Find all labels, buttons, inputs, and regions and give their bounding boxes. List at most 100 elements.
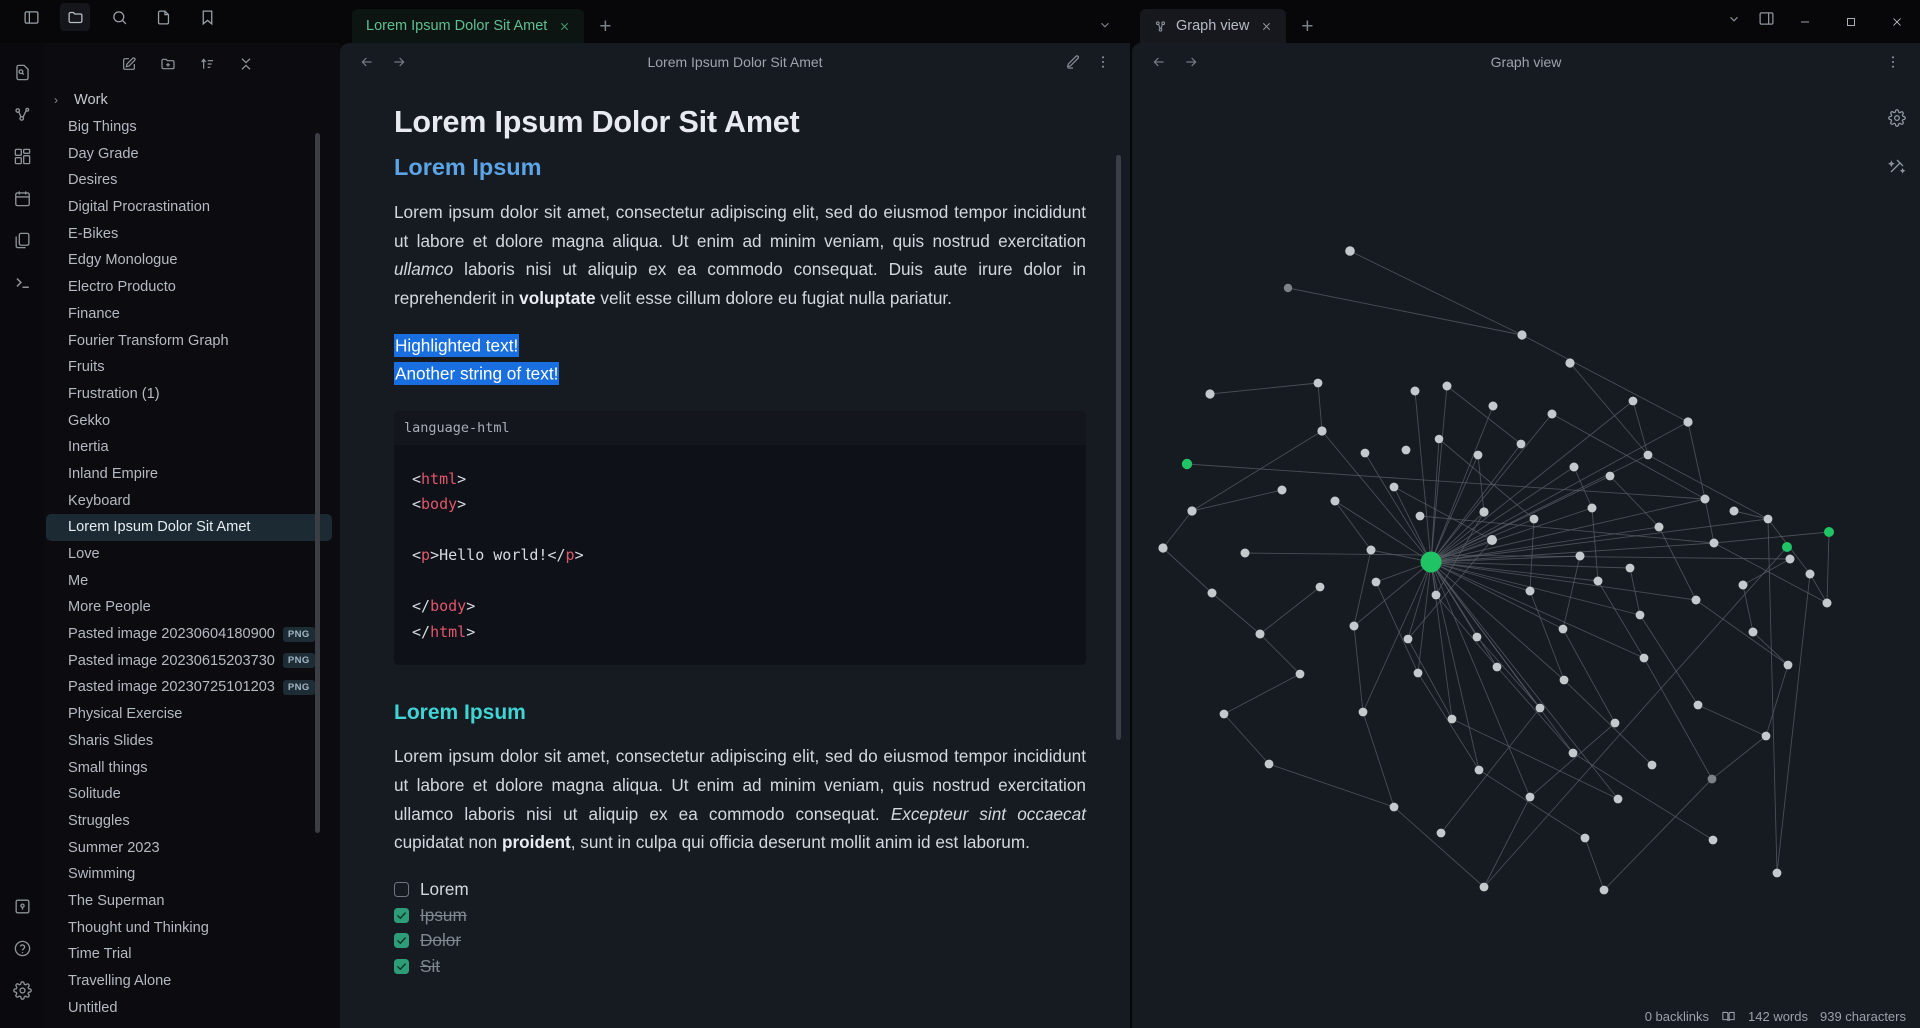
minimize-button[interactable] xyxy=(1782,0,1828,43)
graph-node[interactable] xyxy=(1710,539,1719,548)
graph-node[interactable] xyxy=(1600,886,1609,895)
graph-node[interactable] xyxy=(1372,578,1381,587)
graph-node[interactable] xyxy=(1606,472,1615,481)
graph-node[interactable] xyxy=(1565,358,1574,367)
file-list-item[interactable]: ›Work xyxy=(46,87,332,114)
tab-lorem-ipsum-dolor-sit-amet[interactable]: Lorem Ipsum Dolor Sit Amet xyxy=(352,9,584,43)
graph-node[interactable] xyxy=(1626,564,1635,573)
checkbox-checked-icon[interactable] xyxy=(394,908,409,923)
close-button[interactable] xyxy=(1874,0,1920,43)
graph-node[interactable] xyxy=(1655,523,1664,532)
graph-node[interactable] xyxy=(1773,869,1782,878)
graph-canvas[interactable] xyxy=(1132,81,1920,1006)
file-list-item[interactable]: Pasted image 20230615203730PNG xyxy=(46,647,332,674)
graph-node[interactable] xyxy=(1493,663,1502,672)
graph-node[interactable] xyxy=(1345,246,1355,256)
graph-node[interactable] xyxy=(1284,284,1292,292)
file-list-item[interactable]: Swimming xyxy=(46,861,332,888)
file-list-item[interactable]: Digital Procrastination xyxy=(46,194,332,221)
graph-node[interactable] xyxy=(1265,760,1274,769)
collapse-all-button[interactable] xyxy=(234,52,258,76)
book-icon[interactable] xyxy=(1721,1009,1736,1024)
graph-node[interactable] xyxy=(1414,669,1423,678)
bookmark-icon[interactable] xyxy=(192,3,222,31)
file-list-item[interactable]: Struggles xyxy=(46,808,332,835)
graph-node[interactable] xyxy=(1701,495,1710,504)
graph-svg[interactable] xyxy=(1132,81,1920,1006)
graph-node[interactable] xyxy=(1629,397,1638,406)
quick-switcher-icon[interactable] xyxy=(6,56,38,88)
task-list-item[interactable]: Sit xyxy=(394,954,1086,980)
graph-node[interactable] xyxy=(1432,591,1441,600)
graph-node[interactable] xyxy=(1648,761,1657,770)
more-options-icon[interactable] xyxy=(1090,49,1116,75)
backlinks-status[interactable]: 0 backlinks xyxy=(1645,1009,1709,1024)
graph-node[interactable] xyxy=(1474,451,1483,460)
graph-node[interactable] xyxy=(1786,555,1795,564)
new-tab-button-left[interactable]: + xyxy=(590,11,620,43)
file-list-item[interactable]: Gekko xyxy=(46,407,332,434)
edit-pencil-icon[interactable] xyxy=(1060,49,1086,75)
file-list-item[interactable]: Time Trial xyxy=(46,941,332,968)
editor-content[interactable]: Lorem Ipsum Dolor Sit Amet Lorem Ipsum L… xyxy=(340,81,1130,1028)
graph-node[interactable] xyxy=(1205,389,1214,398)
file-list-item[interactable]: Finance xyxy=(46,301,332,328)
graph-node[interactable] xyxy=(1526,587,1535,596)
editor-scrollbar[interactable] xyxy=(1116,155,1121,740)
graph-node[interactable] xyxy=(1570,463,1579,472)
maximize-button[interactable] xyxy=(1828,0,1874,43)
graph-node[interactable] xyxy=(1581,834,1590,843)
graph-node[interactable] xyxy=(1480,883,1489,892)
file-list-item[interactable]: Physical Exercise xyxy=(46,701,332,728)
graph-node[interactable] xyxy=(1361,449,1370,458)
copy-files-icon[interactable] xyxy=(6,224,38,256)
graph-node[interactable] xyxy=(1390,803,1399,812)
file-list-item[interactable]: Edgy Monologue xyxy=(46,247,332,274)
file-list-item[interactable]: Me xyxy=(46,567,332,594)
graph-node[interactable] xyxy=(1683,417,1692,426)
file-list-item[interactable]: Inland Empire xyxy=(46,461,332,488)
graph-node[interactable] xyxy=(1611,719,1620,728)
file-list-item[interactable]: Inertia xyxy=(46,434,332,461)
graph-node[interactable] xyxy=(1526,793,1535,802)
terminal-icon[interactable] xyxy=(6,266,38,298)
graph-node[interactable] xyxy=(1640,654,1649,663)
graph-node[interactable] xyxy=(1411,387,1420,396)
graph-node[interactable] xyxy=(1475,766,1484,775)
file-list-item[interactable]: Day Grade xyxy=(46,140,332,167)
graph-node[interactable] xyxy=(1256,630,1265,639)
file-list-item[interactable]: Keyboard xyxy=(46,487,332,514)
graph-node[interactable] xyxy=(1473,633,1482,642)
checkbox-checked-icon[interactable] xyxy=(394,933,409,948)
file-list-item[interactable]: Small things xyxy=(46,754,332,781)
chevron-right-icon[interactable]: › xyxy=(54,93,68,107)
graph-node[interactable] xyxy=(1576,552,1585,561)
graph-node-active[interactable] xyxy=(1182,459,1192,469)
graph-node[interactable] xyxy=(1443,382,1452,391)
right-tab-chevron-icon[interactable] xyxy=(1718,3,1750,35)
graph-node[interactable] xyxy=(1530,515,1539,524)
daily-note-icon[interactable] xyxy=(6,182,38,214)
graph-node[interactable] xyxy=(1517,330,1526,339)
graph-node[interactable] xyxy=(1241,549,1250,558)
graph-node[interactable] xyxy=(1390,483,1399,492)
file-list-item[interactable]: Thought und Thinking xyxy=(46,914,332,941)
vault-switcher-icon[interactable] xyxy=(6,890,38,922)
graph-node[interactable] xyxy=(1487,535,1497,545)
graph-node[interactable] xyxy=(1435,435,1444,444)
file-list-item[interactable]: Fourier Transform Graph xyxy=(46,327,332,354)
graph-node[interactable] xyxy=(1739,581,1748,590)
file-list-item[interactable]: More People xyxy=(46,594,332,621)
graph-node[interactable] xyxy=(1536,704,1545,713)
help-icon[interactable] xyxy=(6,932,38,964)
graph-node-active[interactable] xyxy=(1782,542,1792,552)
graph-node[interactable] xyxy=(1404,635,1413,644)
graph-node[interactable] xyxy=(1187,506,1196,515)
graph-node[interactable] xyxy=(1479,507,1488,516)
graph-node[interactable] xyxy=(1569,749,1578,758)
graph-node[interactable] xyxy=(1314,379,1323,388)
new-folder-button[interactable] xyxy=(156,52,180,76)
character-count-status[interactable]: 939 characters xyxy=(1820,1009,1906,1024)
graph-node[interactable] xyxy=(1708,775,1717,784)
graph-node[interactable] xyxy=(1784,661,1793,670)
